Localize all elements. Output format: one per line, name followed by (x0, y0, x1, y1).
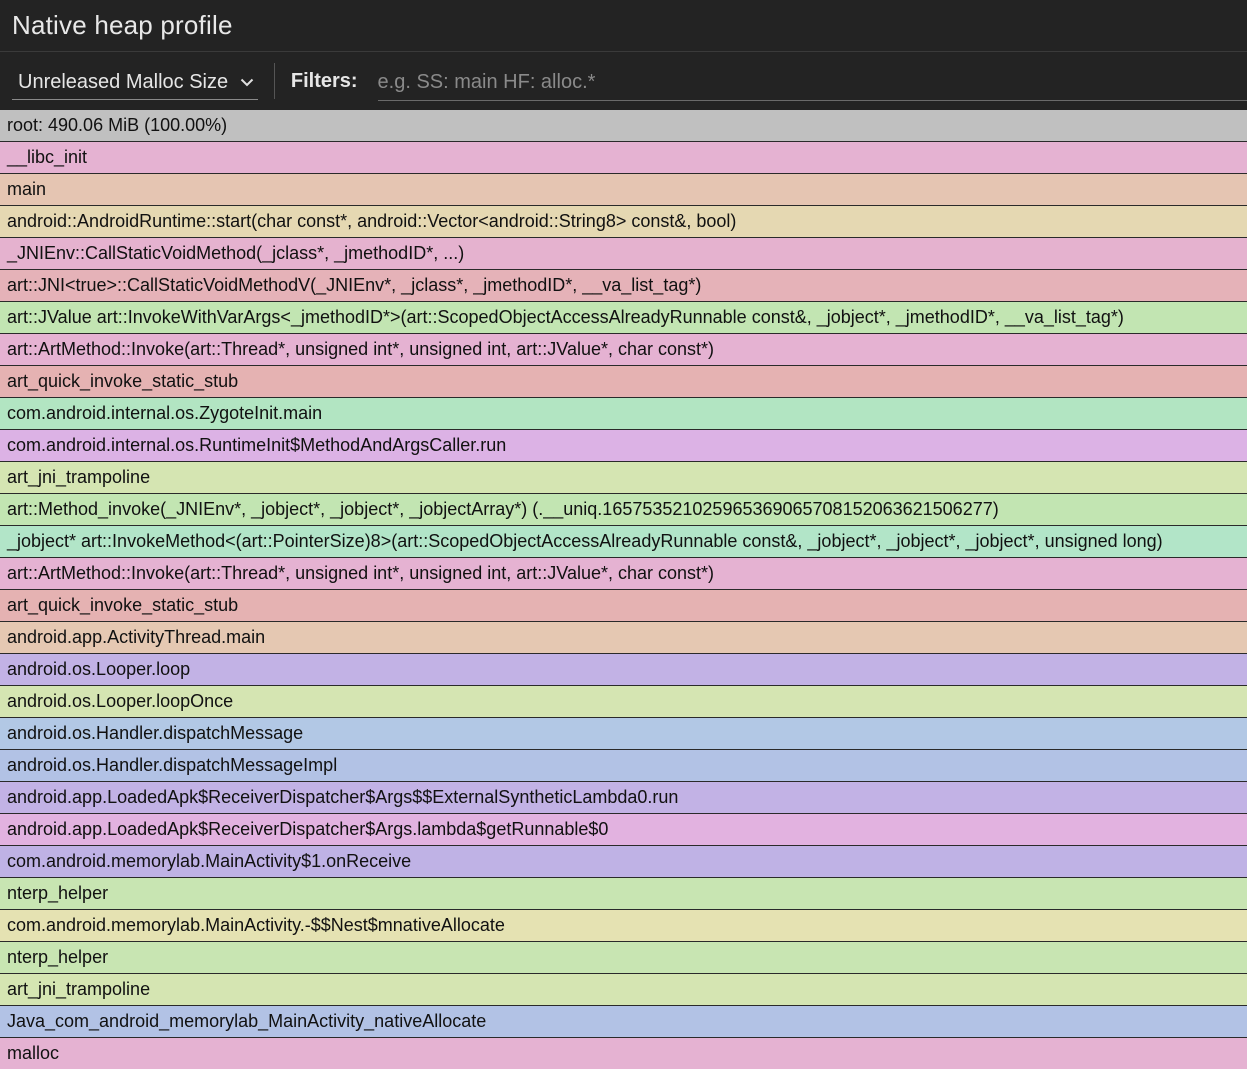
flamegraph-frame[interactable]: com.android.internal.os.ZygoteInit.main (0, 398, 1247, 430)
flamegraph-frame[interactable]: art_quick_invoke_static_stub (0, 366, 1247, 398)
toolbar: Unreleased Malloc Size Filters: (0, 52, 1247, 110)
flamegraph-frame[interactable]: art::JValue art::InvokeWithVarArgs<_jmet… (0, 302, 1247, 334)
flamegraph-frame[interactable]: __libc_init (0, 142, 1247, 174)
flamegraph-root-frame[interactable]: root: 490.06 MiB (100.00%) (0, 110, 1247, 142)
filters-label: Filters: (290, 69, 358, 92)
flamegraph-frame[interactable]: art::JNI<true>::CallStaticVoidMethodV(_J… (0, 270, 1247, 302)
title-bar: Native heap profile (0, 0, 1247, 52)
flamegraph-frame[interactable]: art::ArtMethod::Invoke(art::Thread*, uns… (0, 558, 1247, 590)
flamegraph: root: 490.06 MiB (100.00%) __libc_init mai… (0, 110, 1247, 1069)
flamegraph-frame[interactable]: nterp_helper (0, 878, 1247, 910)
flamegraph-frame[interactable]: android::AndroidRuntime::start(char cons… (0, 206, 1247, 238)
page-title: Native heap profile (12, 10, 233, 40)
toolbar-divider (273, 63, 275, 99)
flamegraph-frame[interactable]: android.app.LoadedApk$ReceiverDispatcher… (0, 814, 1247, 846)
flamegraph-frame[interactable]: _JNIEnv::CallStaticVoidMethod(_jclass*, … (0, 238, 1247, 270)
flamegraph-frame[interactable]: android.os.Handler.dispatchMessageImpl (0, 750, 1247, 782)
flamegraph-frame[interactable]: art::ArtMethod::Invoke(art::Thread*, uns… (0, 334, 1247, 366)
flamegraph-frame[interactable]: com.android.memorylab.MainActivity$1.onR… (0, 846, 1247, 878)
flamegraph-frame[interactable]: android.app.ActivityThread.main (0, 622, 1247, 654)
flamegraph-frame[interactable]: nterp_helper (0, 942, 1247, 974)
metric-select[interactable]: Unreleased Malloc Size (12, 66, 258, 100)
metric-select-value: Unreleased Malloc Size (18, 71, 229, 93)
flamegraph-frame[interactable]: android.os.Looper.loopOnce (0, 686, 1247, 718)
flamegraph-frame[interactable]: Java_com_android_memorylab_MainActivity_… (0, 1006, 1247, 1038)
flamegraph-frame[interactable]: com.android.memorylab.MainActivity.-$$Ne… (0, 910, 1247, 942)
flamegraph-frame[interactable]: art_quick_invoke_static_stub (0, 590, 1247, 622)
flamegraph-frame[interactable]: com.android.internal.os.RuntimeInit$Meth… (0, 430, 1247, 462)
flamegraph-frame[interactable]: malloc (0, 1038, 1247, 1069)
flamegraph-frame[interactable]: art_jni_trampoline (0, 462, 1247, 494)
flamegraph-frame[interactable]: android.os.Looper.loop (0, 654, 1247, 686)
filter-input[interactable] (377, 65, 1247, 101)
chevron-down-icon (240, 76, 254, 90)
flamegraph-frame[interactable]: art::Method_invoke(_JNIEnv*, _jobject*, … (0, 494, 1247, 526)
flamegraph-frame[interactable]: main (0, 174, 1247, 206)
flamegraph-frame[interactable]: _jobject* art::InvokeMethod<(art::Pointe… (0, 526, 1247, 558)
flamegraph-frame[interactable]: art_jni_trampoline (0, 974, 1247, 1006)
flamegraph-frame[interactable]: android.os.Handler.dispatchMessage (0, 718, 1247, 750)
flamegraph-frame[interactable]: android.app.LoadedApk$ReceiverDispatcher… (0, 782, 1247, 814)
